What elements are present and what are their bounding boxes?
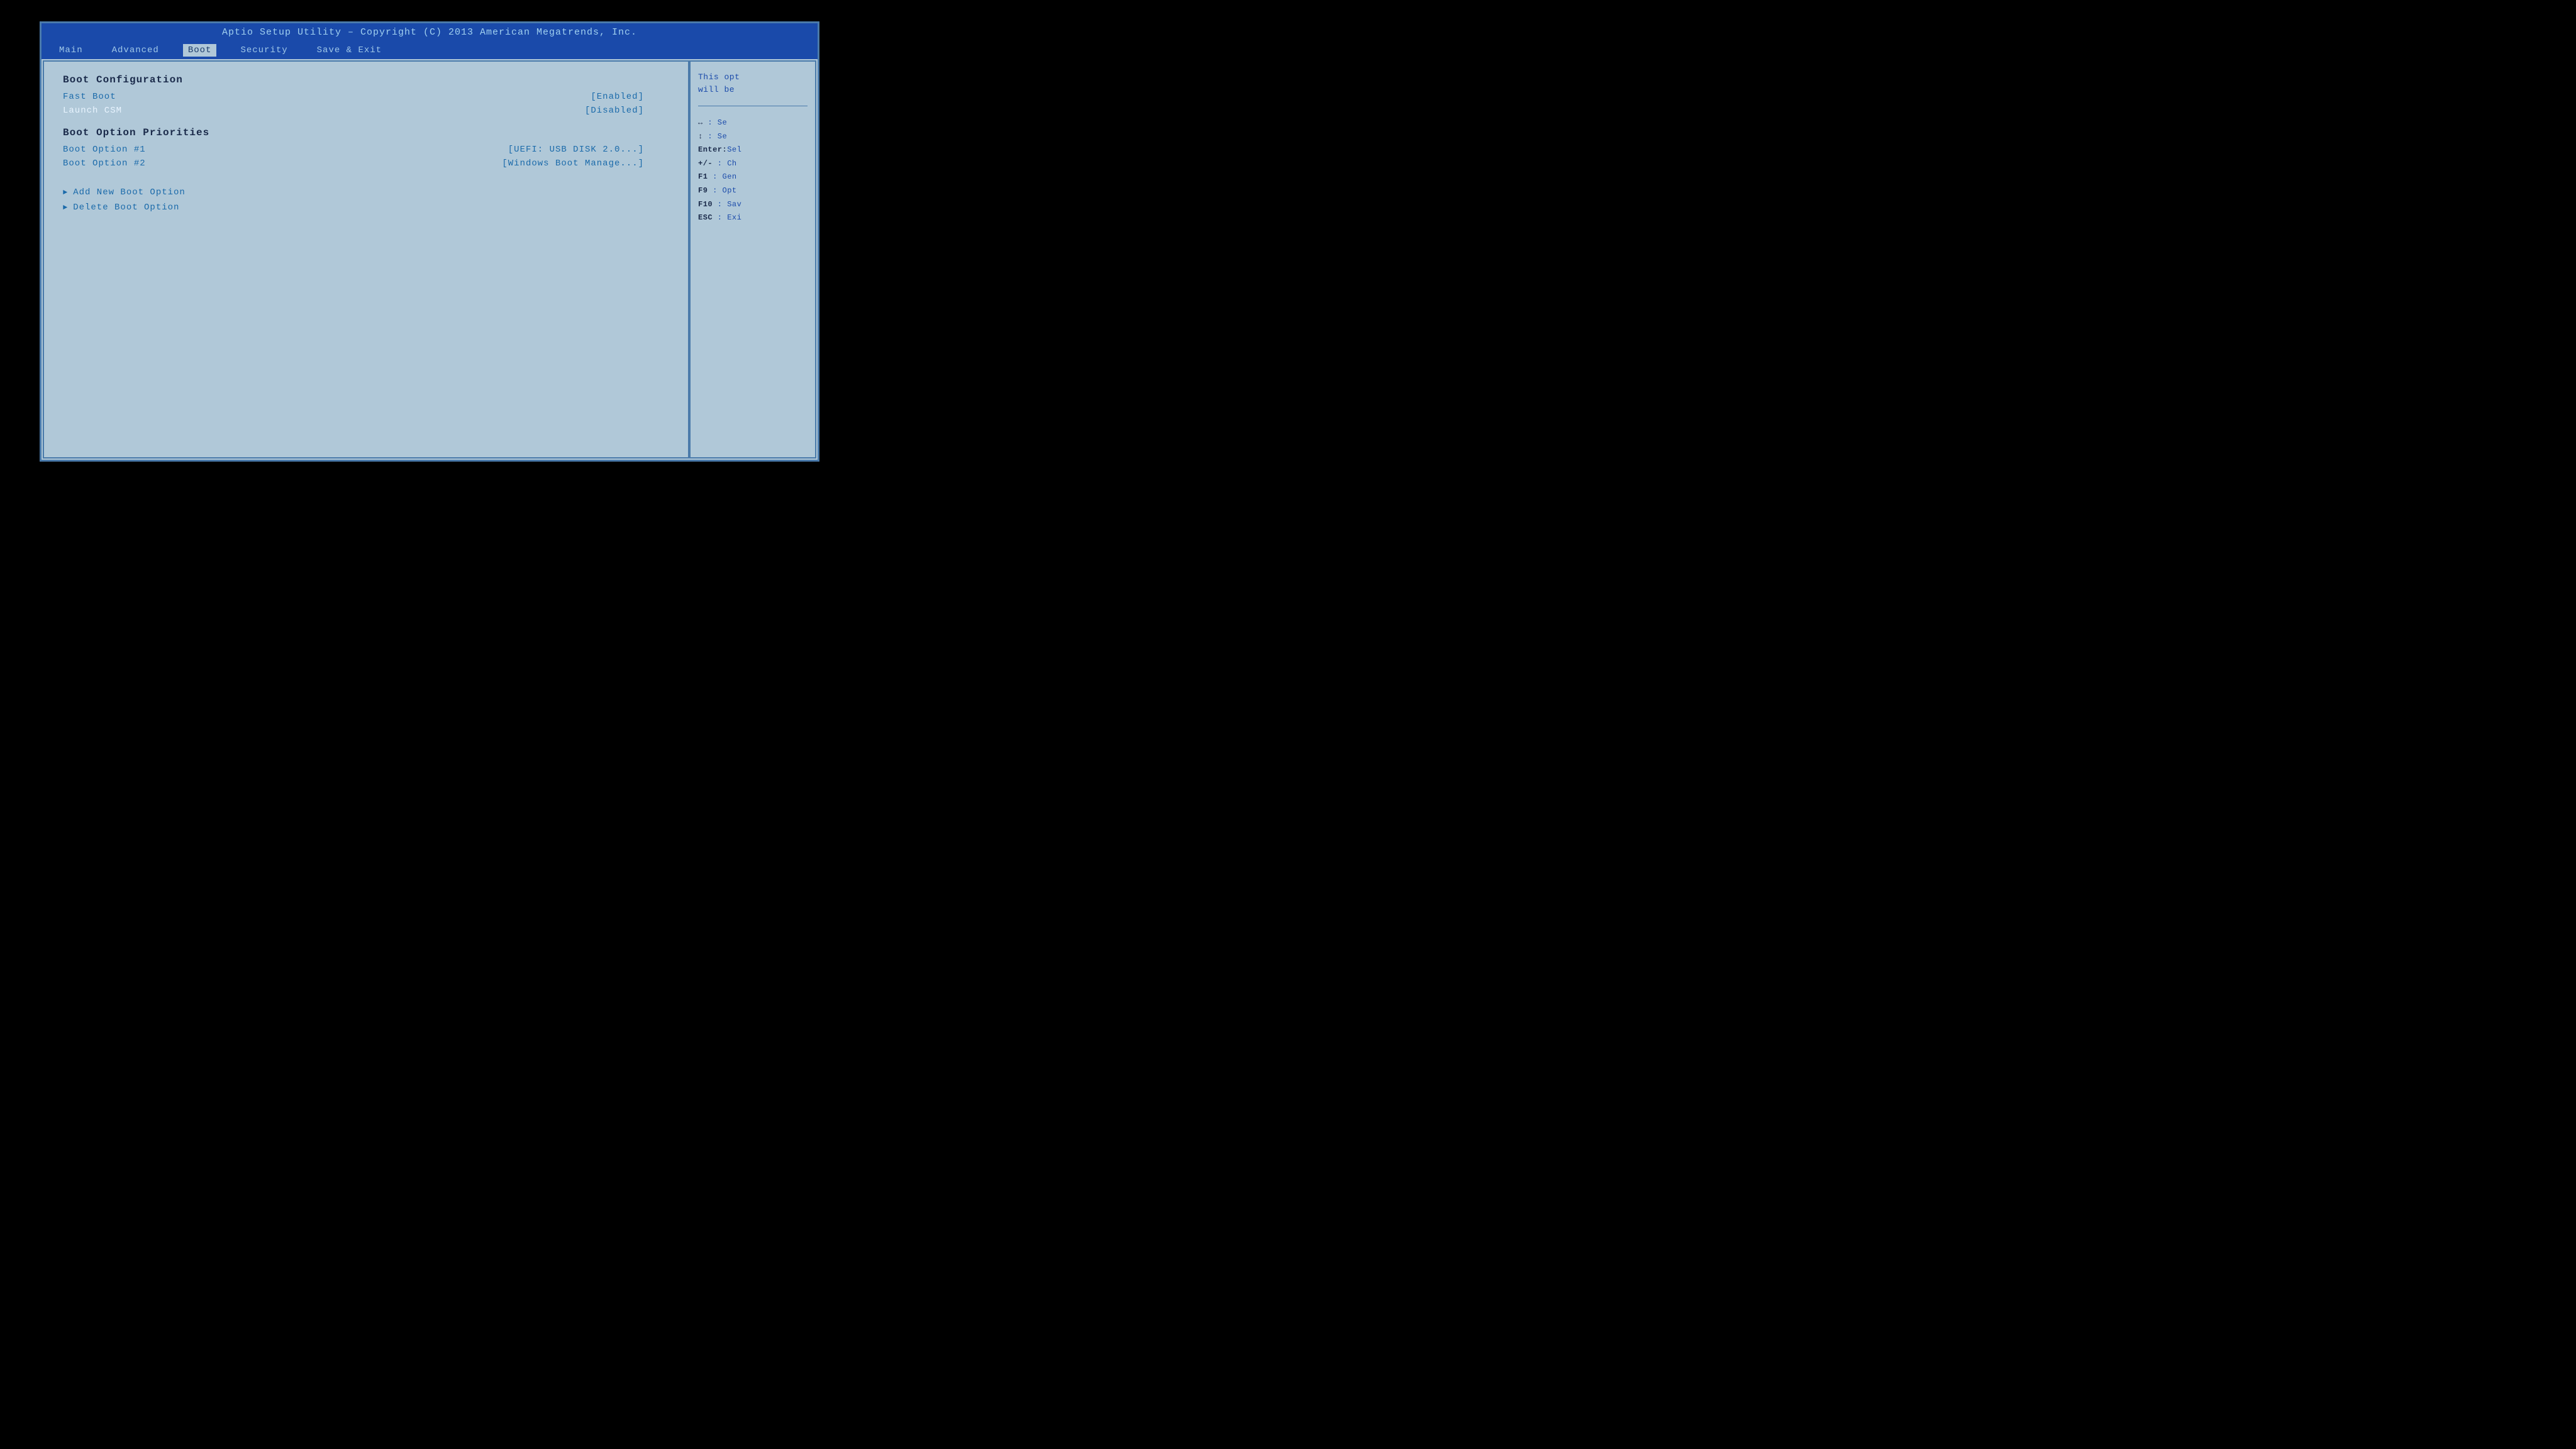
side-panel: This opt will be ↔ : Se ↕ : Se Enter:Sel… bbox=[689, 62, 815, 457]
title-bar: Aptio Setup Utility – Copyright (C) 2013… bbox=[42, 23, 818, 42]
boot-option2-row[interactable]: Boot Option #2 [Windows Boot Manage...] bbox=[63, 158, 669, 169]
menu-main[interactable]: Main bbox=[54, 44, 88, 57]
key-hint-enter: Enter:Sel bbox=[698, 143, 808, 157]
add-new-boot-label: Add New Boot Option bbox=[73, 187, 186, 197]
menu-save-exit[interactable]: Save & Exit bbox=[312, 44, 387, 57]
boot-option1-row[interactable]: Boot Option #1 [UEFI: USB DISK 2.0...] bbox=[63, 145, 669, 155]
boot-config-header: Boot Configuration bbox=[63, 74, 669, 86]
key-hints: ↔ : Se ↕ : Se Enter:Sel +/- : Ch F1 : Ge… bbox=[698, 116, 808, 225]
key-hint-arrows: ↔ : Se bbox=[698, 116, 808, 130]
key-hint-plusminus: +/- : Ch bbox=[698, 157, 808, 171]
delete-boot-option[interactable]: ► Delete Boot Option bbox=[63, 203, 669, 213]
key-hint-f1: F1 : Gen bbox=[698, 170, 808, 184]
add-new-boot-arrow: ► bbox=[63, 188, 68, 197]
key-hint-f10: F10 : Sav bbox=[698, 198, 808, 212]
delete-boot-arrow: ► bbox=[63, 203, 68, 212]
help-text: This opt will be bbox=[698, 71, 808, 96]
boot-option2-label: Boot Option #2 bbox=[63, 158, 146, 169]
launch-csm-value: [Disabled] bbox=[585, 106, 644, 116]
fast-boot-label: Fast Boot bbox=[63, 92, 116, 102]
boot-option1-label: Boot Option #1 bbox=[63, 145, 146, 155]
add-new-boot-option[interactable]: ► Add New Boot Option bbox=[63, 187, 669, 197]
fast-boot-row[interactable]: Fast Boot [Enabled] bbox=[63, 92, 669, 102]
delete-boot-label: Delete Boot Option bbox=[73, 203, 179, 213]
launch-csm-row[interactable]: Launch CSM [Disabled] bbox=[63, 106, 669, 116]
menu-bar: Main Advanced Boot Security Save & Exit bbox=[42, 42, 818, 59]
key-hint-updown: ↕ : Se bbox=[698, 130, 808, 144]
boot-options-header: Boot Option Priorities bbox=[63, 127, 669, 138]
content-area: Boot Configuration Fast Boot [Enabled] L… bbox=[43, 60, 816, 458]
help-line2: will be bbox=[698, 85, 735, 94]
launch-csm-label: Launch CSM bbox=[63, 106, 122, 116]
menu-boot[interactable]: Boot bbox=[183, 44, 217, 57]
boot-option1-value: [UEFI: USB DISK 2.0...] bbox=[508, 145, 644, 155]
help-line1: This opt bbox=[698, 72, 740, 82]
fast-boot-value: [Enabled] bbox=[591, 92, 644, 102]
bios-screen: Aptio Setup Utility – Copyright (C) 2013… bbox=[40, 21, 819, 462]
title-text: Aptio Setup Utility – Copyright (C) 2013… bbox=[222, 27, 637, 38]
menu-advanced[interactable]: Advanced bbox=[107, 44, 164, 57]
key-hint-esc: ESC : Exi bbox=[698, 211, 808, 225]
main-panel: Boot Configuration Fast Boot [Enabled] L… bbox=[44, 62, 689, 457]
key-hint-f9: F9 : Opt bbox=[698, 184, 808, 198]
menu-security[interactable]: Security bbox=[235, 44, 292, 57]
boot-option2-value: [Windows Boot Manage...] bbox=[502, 158, 644, 169]
